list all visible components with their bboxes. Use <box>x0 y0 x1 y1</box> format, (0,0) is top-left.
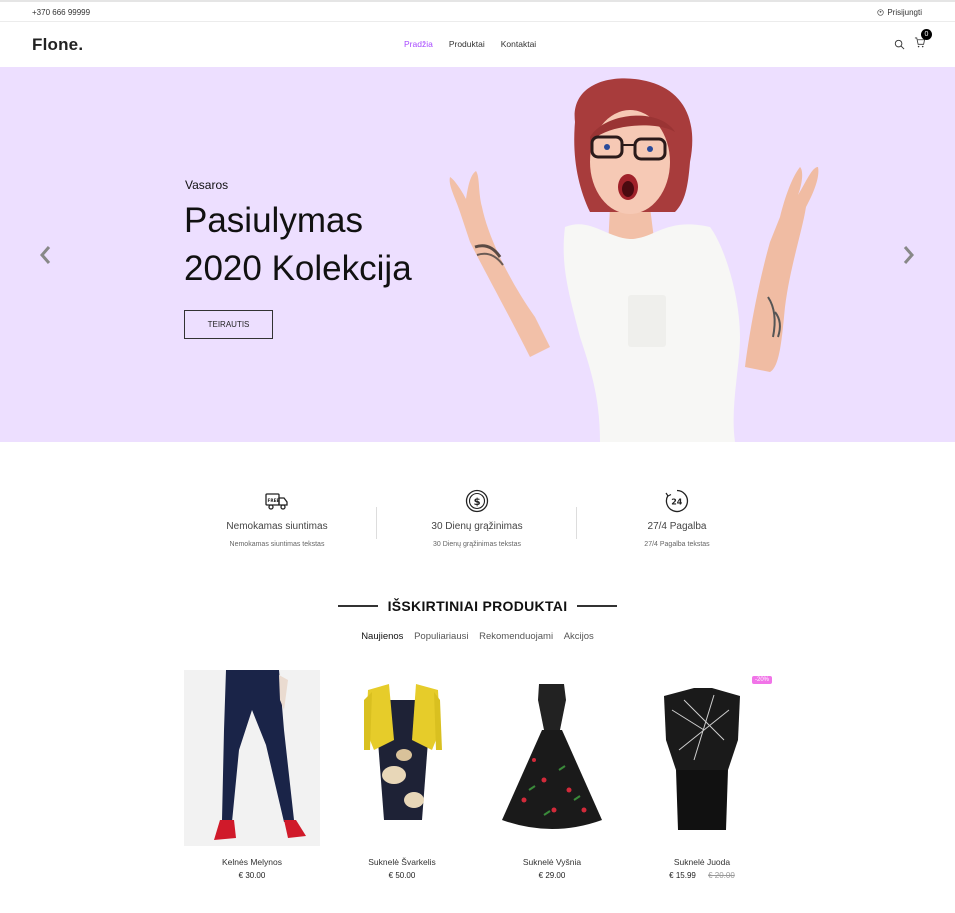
product-price: € 30.00 <box>238 871 266 880</box>
hero-subtitle: Vasaros <box>185 178 229 192</box>
nav-item-products[interactable]: Produktai <box>449 39 485 49</box>
truck-icon: FREE <box>265 493 288 510</box>
hero-title-line-2: 2020 Kolekcija <box>184 249 412 288</box>
feature-support: 24 27/4 Pagalba 27/4 Pagalba tekstas <box>577 488 777 548</box>
sale-badge: -20% <box>751 676 772 684</box>
section-title: IŠSKIRTINIAI PRODUKTAI <box>387 597 568 614</box>
feature-returns: $ 30 Dienų grąžinimas 30 Dienų grąžinima… <box>377 488 577 548</box>
header-icons: 0 <box>894 29 932 53</box>
product-image-dress-jacket[interactable] <box>334 670 470 846</box>
product-name[interactable]: Suknelė Juoda <box>634 857 770 867</box>
support-24-icon: 24 <box>665 489 689 513</box>
tab-popular[interactable]: Populiariausi <box>414 631 468 642</box>
phone-number: +370 666 99999 <box>32 8 91 17</box>
login-label: Prisijungti <box>887 8 922 17</box>
slider-next-arrow-icon[interactable] <box>902 244 916 266</box>
product-tabs: Naujienos Populiariausi Rekomenduojami A… <box>0 631 955 642</box>
product-price: € 50.00 <box>388 871 416 880</box>
hero-title-line-1: Pasiulymas <box>184 201 363 240</box>
slider-prev-arrow-icon[interactable] <box>38 244 52 266</box>
product-name[interactable]: Suknelė Vyšnia <box>484 857 620 867</box>
product-card[interactable]: Kelnės Melynos € 30.00 <box>184 670 320 880</box>
hero-inquire-button[interactable]: TEIRAUTIS <box>184 310 273 339</box>
logo[interactable]: Flone. <box>32 35 83 55</box>
user-icon <box>877 9 884 16</box>
heading-line-left <box>337 604 378 607</box>
hero-title: Pasiulymas 2020 Kolekcija <box>184 197 412 293</box>
svg-text:$: $ <box>474 497 481 508</box>
svg-text:FREE: FREE <box>268 498 280 503</box>
cart-count-badge: 0 <box>921 29 932 40</box>
featured-products-heading: IŠSKIRTINIAI PRODUKTAI <box>0 597 955 615</box>
product-card[interactable]: Suknelė Švarkelis € 50.00 <box>334 670 470 880</box>
tab-sale[interactable]: Akcijos <box>564 631 594 642</box>
product-image-cherry-dress[interactable] <box>484 670 620 846</box>
feature-title: 27/4 Pagalba <box>647 521 707 532</box>
product-card[interactable]: Suknelė Vyšnia € 29.00 <box>484 670 620 880</box>
feature-desc: Nemokamas siuntimas tekstas <box>229 541 325 548</box>
nav-item-contacts[interactable]: Kontaktai <box>501 39 536 49</box>
product-card[interactable]: -20% Suknelė Juoda € 15.99 € 20.00 <box>634 670 772 880</box>
heading-line-right <box>577 604 618 607</box>
product-image-pants[interactable] <box>184 670 320 846</box>
product-name[interactable]: Suknelė Švarkelis <box>334 857 470 867</box>
main-header: Flone. Pradžia Produktai Kontaktai 0 <box>0 22 955 67</box>
main-nav: Pradžia Produktai Kontaktai <box>404 39 536 49</box>
feature-free-shipping: FREE Nemokamas siuntimas Nemokamas siunt… <box>177 488 377 548</box>
tab-recommended[interactable]: Rekomenduojami <box>479 631 553 642</box>
hero-model-image <box>449 78 819 442</box>
login-link[interactable]: Prisijungti <box>877 8 922 17</box>
top-bar: +370 666 99999 Prisijungti <box>0 0 955 22</box>
cart-button[interactable]: 0 <box>914 29 932 53</box>
hero-slider: Vasaros Pasiulymas 2020 Kolekcija TEIRAU… <box>0 67 955 442</box>
features-section: FREE Nemokamas siuntimas Nemokamas siunt… <box>0 488 955 558</box>
nav-item-home[interactable]: Pradžia <box>404 39 433 49</box>
feature-title: 30 Dienų grąžinimas <box>431 521 523 532</box>
product-name[interactable]: Kelnės Melynos <box>184 857 320 867</box>
dollar-icon: $ <box>465 489 489 513</box>
product-current-price: € 15.99 <box>669 871 696 880</box>
product-image-black-dress[interactable] <box>634 670 770 846</box>
search-icon[interactable] <box>894 39 905 50</box>
product-price: € 15.99 € 20.00 <box>634 871 770 880</box>
feature-desc: 30 Dienų grąžinimas tekstas <box>433 541 521 548</box>
tab-new[interactable]: Naujienos <box>361 631 403 642</box>
feature-desc: 27/4 Pagalba tekstas <box>644 541 710 548</box>
product-price: € 29.00 <box>538 871 566 880</box>
feature-title: Nemokamas siuntimas <box>226 521 328 532</box>
product-old-price: € 20.00 <box>708 871 735 880</box>
svg-text:24: 24 <box>671 498 683 507</box>
